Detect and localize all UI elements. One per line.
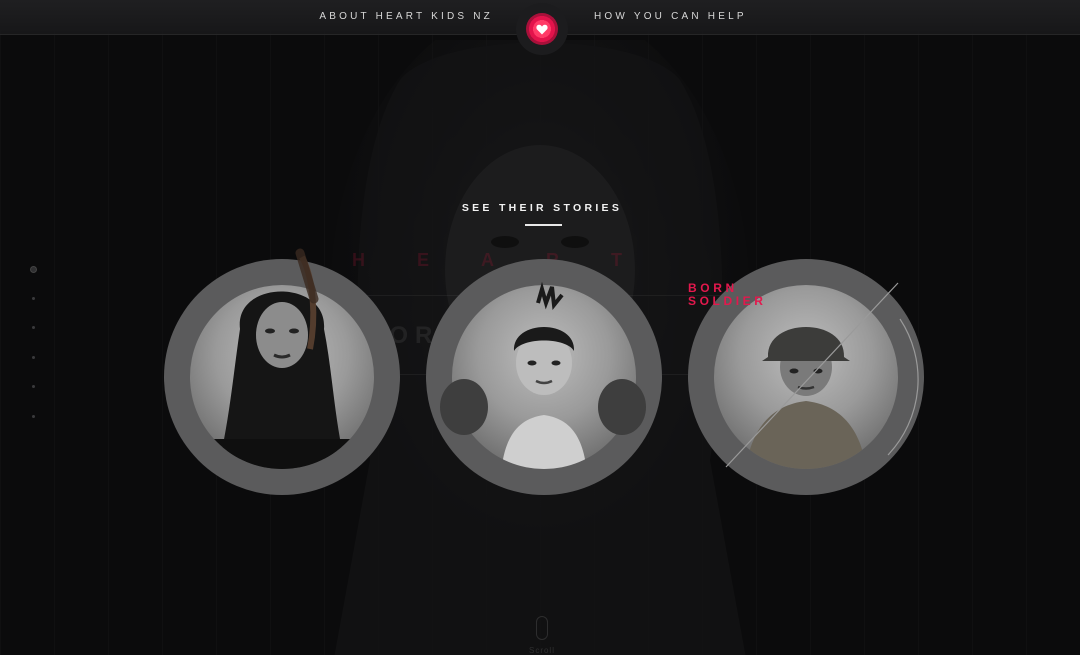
side-dot-3[interactable] (32, 326, 35, 329)
side-dot-6[interactable] (32, 415, 35, 418)
boxer-portrait-image (440, 281, 646, 469)
story-label-line2: SOLDIER (688, 294, 767, 308)
story-label-born-soldier[interactable]: BORN SOLDIER (688, 282, 767, 308)
nav-about-link[interactable]: ABOUT HEART KIDS NZ (319, 11, 493, 22)
page: ABOUT HEART KIDS NZ HOW YOU CAN HELP HEA… (0, 0, 1080, 655)
scroll-indicator[interactable]: Scroll (528, 612, 556, 655)
side-dot-4[interactable] (32, 356, 35, 359)
title-underline (525, 224, 562, 226)
section-title: SEE THEIR STORIES (461, 202, 623, 214)
scroll-label: Scroll (528, 646, 555, 655)
nav-help-link[interactable]: HOW YOU CAN HELP (594, 11, 747, 22)
side-dot-1[interactable] (30, 266, 37, 273)
story-label-line1: BORN (688, 281, 738, 295)
girl-portrait-image (214, 248, 350, 469)
story-accent-line (725, 282, 919, 468)
story-card-girl[interactable] (164, 248, 400, 495)
mouse-icon (536, 616, 548, 640)
heart-icon (536, 24, 548, 35)
side-dot-5[interactable] (32, 385, 35, 388)
story-card-boxer[interactable] (426, 259, 662, 495)
side-dot-2[interactable] (32, 297, 35, 300)
logo-button[interactable] (516, 3, 568, 55)
